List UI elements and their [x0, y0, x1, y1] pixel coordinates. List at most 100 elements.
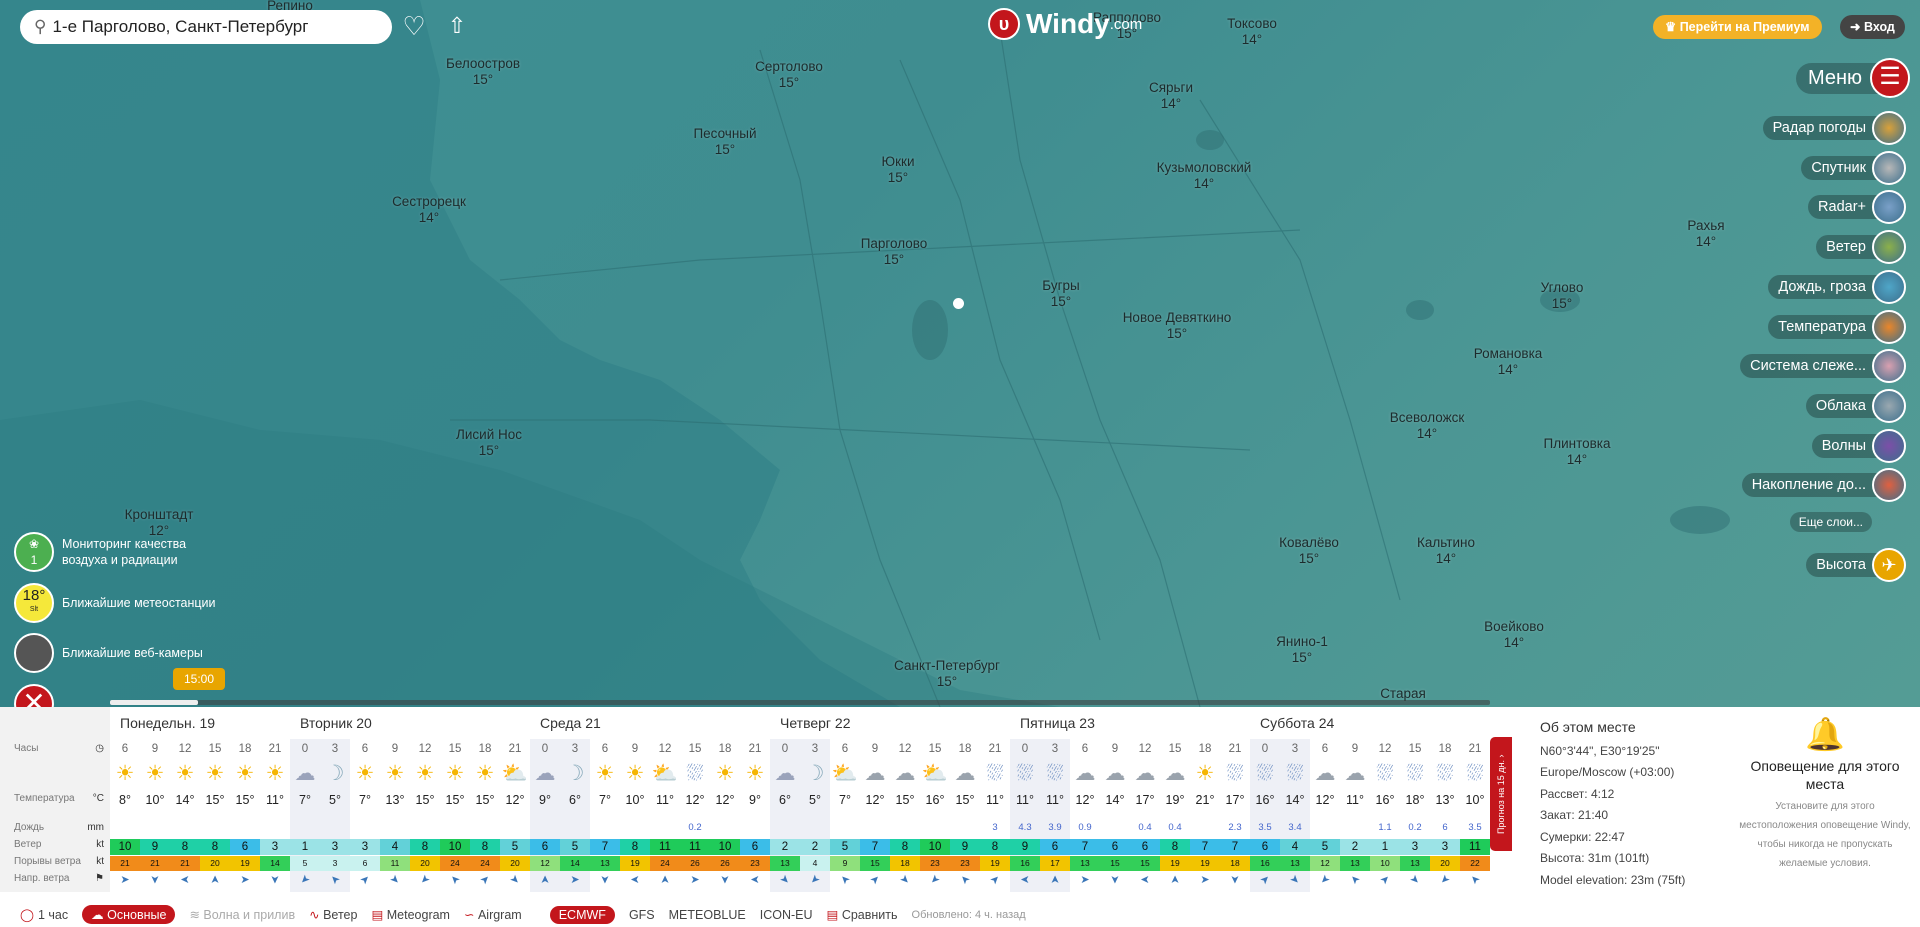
- layer-item[interactable]: Спутник: [1801, 150, 1906, 185]
- hour-cell: 0: [541, 743, 549, 755]
- wind-cell: 1: [301, 841, 309, 853]
- sun-icon: ☀: [715, 762, 735, 785]
- location-alert[interactable]: 🔔 Оповещение для этого места Установите …: [1735, 717, 1915, 873]
- place-3[interactable]: Сертолово 15°: [755, 59, 823, 91]
- place-18[interactable]: Лисий Нос 15°: [456, 427, 522, 459]
- temp-cell: 11°: [266, 793, 284, 807]
- weather-map[interactable]: Репино Белоостров 15° Сертолово 15° Рапполово…: [0, 0, 1920, 707]
- forecast-table[interactable]: Понедельн. 19 6 ☀ 8° 10 21 ➤ 9 ☀ 10° 9 21 ➤ 12 ☀ 14° 8 21…: [110, 707, 1490, 892]
- tab-airgram[interactable]: ∽ Airgram: [464, 907, 522, 923]
- tab-basic[interactable]: ☁ Основные: [82, 905, 176, 924]
- hour-cell: 21: [1468, 743, 1482, 755]
- model-icon-eu[interactable]: ICON-EU: [760, 908, 813, 922]
- place-16[interactable]: Романовка 14°: [1474, 346, 1543, 378]
- windy-logo[interactable]: υ Windy .com: [988, 8, 1142, 40]
- rain-cell: 1.1: [1378, 822, 1392, 833]
- hour-cell: 15: [1168, 743, 1182, 755]
- heart-icon[interactable]: ♡: [399, 11, 429, 41]
- wind-cell: 8: [181, 841, 189, 853]
- place-19[interactable]: Плинтовка 14°: [1544, 436, 1611, 468]
- place-5[interactable]: Токсово 14°: [1227, 16, 1277, 48]
- hour-cell: 6: [1321, 743, 1329, 755]
- place-8[interactable]: Юкки 15°: [882, 154, 915, 186]
- sun-icon: ☀: [385, 762, 405, 785]
- wind-cell: 5: [1321, 841, 1329, 853]
- place-11[interactable]: Парголово 15°: [861, 236, 928, 268]
- layer-item[interactable]: Накопление до...: [1741, 468, 1906, 503]
- place-13[interactable]: Бугры 15°: [1042, 278, 1079, 310]
- hour-cell: 12: [1138, 743, 1152, 755]
- search-input[interactable]: 1-е Парголово, Санкт-Петербург: [52, 17, 308, 37]
- rain-icon: ⛆: [1286, 762, 1304, 785]
- location-marker[interactable]: [953, 298, 964, 309]
- temp-cell: 16°: [925, 793, 945, 807]
- day-header[interactable]: Пятница 23: [1020, 715, 1095, 731]
- place-6[interactable]: Сярьги 14°: [1149, 80, 1193, 112]
- day-header[interactable]: Понедельн. 19: [120, 715, 215, 731]
- wind-direction-arrow-icon: ➤: [598, 874, 611, 885]
- wind-direction-arrow-icon: ➤: [148, 874, 161, 885]
- tab-waves[interactable]: ≋ Волна и прилив: [189, 907, 295, 923]
- place-9[interactable]: Кузьмоловский 14°: [1157, 160, 1252, 192]
- layer-item[interactable]: Температура: [1768, 309, 1906, 344]
- temp-cell: 6°: [779, 793, 791, 807]
- rain-cell: 0.2: [1408, 822, 1422, 833]
- wind-cell: 9: [961, 841, 969, 853]
- temp-cell: 16°: [1375, 793, 1395, 807]
- layer-item[interactable]: Ветер: [1816, 230, 1906, 265]
- hour-cell: 6: [601, 743, 609, 755]
- layer-item[interactable]: Волны: [1811, 428, 1906, 463]
- place-15[interactable]: Углово 15°: [1541, 280, 1584, 312]
- layer-item[interactable]: Дождь, гроза: [1768, 269, 1906, 304]
- forecast-15-days-tab[interactable]: Прогноз на 15 дн. ›: [1490, 737, 1512, 851]
- hour-cell: 9: [1111, 743, 1119, 755]
- temp-cell: 14°: [1285, 793, 1305, 807]
- model-ecmwf[interactable]: ECMWF: [549, 905, 615, 924]
- wind-cell: 10: [928, 841, 942, 853]
- place-17[interactable]: Всеволожск 14°: [1390, 410, 1465, 442]
- wind-cell: 7: [1201, 841, 1209, 853]
- nearby-stations-item[interactable]: 18° Slt Ближайшие метеостанции: [14, 583, 216, 623]
- day-header[interactable]: Среда 21: [540, 715, 601, 731]
- time-step-toggle[interactable]: ◯ 1 час: [20, 907, 68, 923]
- time-indicator[interactable]: 15:00: [173, 668, 226, 690]
- compare-button[interactable]: ▤ Сравнить: [827, 907, 898, 923]
- login-button[interactable]: ➜ Вход: [1840, 15, 1905, 39]
- layer-item[interactable]: Облака: [1805, 388, 1906, 423]
- sun-icon: ☀: [265, 762, 285, 785]
- place-23[interactable]: Янино-1 15°: [1276, 634, 1328, 666]
- place-22[interactable]: Кальтино 14°: [1417, 535, 1475, 567]
- place-24[interactable]: Воейково 14°: [1484, 619, 1544, 651]
- place-14[interactable]: Новое Девяткино 15°: [1123, 310, 1232, 342]
- share-icon[interactable]: ⇧: [442, 11, 472, 41]
- hour-cell: 3: [571, 743, 579, 755]
- place-10[interactable]: Сестрорецк 14°: [392, 194, 466, 226]
- menu-button[interactable]: Меню ☰: [1796, 58, 1911, 98]
- temp-cell: 11°: [986, 793, 1004, 807]
- day-header[interactable]: Суббота 24: [1260, 715, 1334, 731]
- timeline-slider[interactable]: [110, 700, 1490, 705]
- model-meteoblue[interactable]: METEOBLUE: [669, 908, 746, 922]
- rain-icon: ⛆: [1256, 762, 1274, 785]
- search-bar[interactable]: ⚲ 1-е Парголово, Санкт-Петербург: [20, 10, 392, 44]
- place-2[interactable]: Белоостров 15°: [446, 56, 520, 88]
- layer-item[interactable]: Радар погоды: [1762, 111, 1906, 145]
- hour-cell: 15: [1408, 743, 1422, 755]
- place-21[interactable]: Ковалёво 15°: [1279, 535, 1339, 567]
- premium-button[interactable]: ♛ Перейти на Премиум: [1653, 15, 1822, 39]
- altitude-button[interactable]: Высота ✈: [1806, 548, 1906, 582]
- wind-direction-arrow-icon: ➤: [1020, 873, 1030, 885]
- layer-item[interactable]: Система слеже...: [1740, 349, 1906, 384]
- air-quality-item[interactable]: ❀ 1 Мониторинг качества воздуха и радиаци…: [14, 532, 202, 572]
- place-12[interactable]: Рахья 14°: [1687, 218, 1724, 250]
- tab-meteogram[interactable]: ▤ Meteogram: [371, 907, 450, 923]
- nearby-webcams-item[interactable]: Ближайшие веб-камеры: [14, 633, 203, 673]
- tab-wind[interactable]: ∿ Ветер: [309, 907, 357, 923]
- day-header[interactable]: Четверг 22: [780, 715, 851, 731]
- more-layers-button[interactable]: Еще слои...: [1789, 512, 1872, 532]
- layer-item[interactable]: Radar+: [1808, 190, 1906, 225]
- model-gfs[interactable]: GFS: [629, 908, 655, 922]
- place-25[interactable]: Санкт-Петербург 15°: [894, 658, 1000, 690]
- place-7[interactable]: Песочный 15°: [693, 126, 756, 158]
- day-header[interactable]: Вторник 20: [300, 715, 372, 731]
